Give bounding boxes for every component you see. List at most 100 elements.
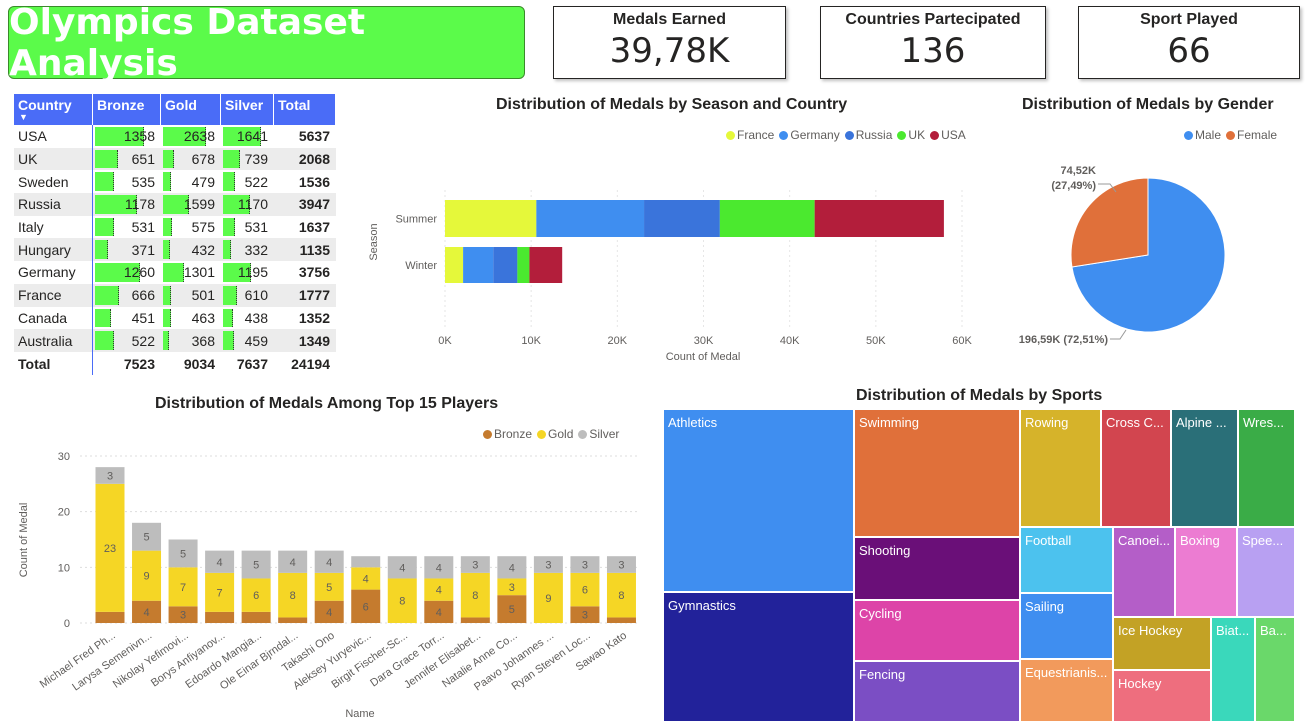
column-segment[interactable] xyxy=(95,611,125,623)
table-row[interactable]: UK 651 678 739 2068 xyxy=(14,147,336,171)
data-bar xyxy=(95,240,109,260)
legend-item[interactable]: France xyxy=(726,128,774,142)
treemap-tile[interactable]: Sailing xyxy=(1020,593,1113,659)
legend-item[interactable]: USA xyxy=(930,128,966,142)
dashboard-title: Olympics Dataset Analysis xyxy=(9,1,366,84)
cell-value: 651 xyxy=(131,151,155,168)
sports-treemap[interactable]: Athletics Gymnastics Swimming Shooting Cycli… xyxy=(663,409,1295,722)
legend-item[interactable]: Female xyxy=(1226,128,1277,142)
legend-item[interactable]: Silver xyxy=(578,427,619,441)
players-chart[interactable]: 0102030233Michael Fred Ph...495Larysa Se… xyxy=(10,445,650,725)
data-label: 5 xyxy=(509,604,515,616)
data-label: 4 xyxy=(290,557,296,569)
legend-item[interactable]: Russia xyxy=(844,128,892,142)
kpi-value: 66 xyxy=(1167,31,1211,71)
sort-descending-icon[interactable]: ▼ xyxy=(19,112,28,122)
cell-value: 432 xyxy=(191,241,215,258)
medals-table[interactable]: Country ▼ Bronze Gold Silver Total USA 13… xyxy=(14,94,336,376)
data-label: 3 xyxy=(509,582,515,594)
treemap-tile[interactable]: Biat... xyxy=(1211,617,1255,722)
treemap-tile[interactable]: Swimming xyxy=(854,409,1020,537)
cell-bronze: 666 xyxy=(93,284,161,307)
data-bar xyxy=(163,217,173,237)
treemap-tile[interactable]: Alpine ... xyxy=(1171,409,1238,527)
bar-segment[interactable] xyxy=(493,247,518,283)
data-bar xyxy=(95,149,119,169)
legend-label: Male xyxy=(1195,128,1222,142)
bar-segment[interactable] xyxy=(517,247,530,283)
players-chart-legend[interactable]: Bronze Gold Silver xyxy=(483,427,619,441)
data-bar xyxy=(163,331,170,350)
table-row[interactable]: Hungary 371 432 332 1135 xyxy=(14,238,336,262)
cell-gold: 575 xyxy=(161,216,221,239)
kpi-card-countries[interactable]: Countries Partecipated 136 xyxy=(820,6,1046,79)
kpi-card-medals-earned[interactable]: Medals Earned 39,78K xyxy=(553,6,786,79)
season-chart-legend[interactable]: France Germany Russia UK USA xyxy=(726,128,966,142)
column-segment[interactable] xyxy=(278,617,308,623)
treemap-tile[interactable]: Fencing xyxy=(854,661,1020,722)
treemap-tile[interactable]: Athletics xyxy=(663,409,854,592)
sports-chart-title: Distribution of Medals by Sports xyxy=(856,387,1103,404)
column-header-gold[interactable]: Gold xyxy=(161,94,221,125)
treemap-tile[interactable]: Canoei... xyxy=(1113,527,1175,617)
treemap-tile[interactable]: Hockey xyxy=(1113,670,1211,722)
data-bar xyxy=(223,308,234,328)
cell-value: 1301 xyxy=(183,264,215,281)
bar-segment[interactable] xyxy=(644,200,720,237)
treemap-tile[interactable]: Ice Hockey xyxy=(1113,617,1211,670)
bar-segment[interactable] xyxy=(463,247,494,283)
bar-segment[interactable] xyxy=(719,200,815,237)
cell-gold: 479 xyxy=(161,170,221,193)
table-row[interactable]: Sweden 535 479 522 1536 xyxy=(14,170,336,193)
treemap-tile[interactable]: Wres... xyxy=(1238,409,1295,527)
column-segment[interactable] xyxy=(606,617,636,623)
cell-total: 1637 xyxy=(298,219,330,236)
table-row[interactable]: France 666 501 610 1777 xyxy=(14,283,336,307)
column-segment[interactable] xyxy=(241,611,271,623)
legend-item[interactable]: Bronze xyxy=(483,427,532,441)
legend-dot-icon xyxy=(1226,130,1236,140)
column-header-bronze[interactable]: Bronze xyxy=(93,94,161,125)
table-row[interactable]: Australia 522 368 459 1349 xyxy=(14,329,336,352)
column-segment[interactable] xyxy=(351,556,381,568)
gender-chart-legend[interactable]: Male Female xyxy=(1184,128,1277,142)
bar-segment[interactable] xyxy=(445,247,464,283)
column-segment[interactable] xyxy=(460,617,490,623)
kpi-card-sports[interactable]: Sport Played 66 xyxy=(1078,6,1300,79)
treemap-tile[interactable]: Boxing xyxy=(1175,527,1237,617)
column-header-total[interactable]: Total xyxy=(274,94,336,125)
bar-segment[interactable] xyxy=(536,200,645,237)
legend-item[interactable]: UK xyxy=(897,128,925,142)
gender-pie-chart[interactable]: 74,52K (27,49%) 196,59K (72,51%) xyxy=(1000,150,1300,360)
table-row[interactable]: Italy 531 575 531 1637 xyxy=(14,216,336,239)
season-chart[interactable]: 0K 10K 20K 30K 40K 50K 60K Summer Winter Season Co… xyxy=(365,180,975,365)
data-label: 3 xyxy=(545,560,551,572)
table-row[interactable]: USA 1358 2638 1641 5637 xyxy=(14,125,336,148)
treemap-tile[interactable]: Rowing xyxy=(1020,409,1101,527)
treemap-tile[interactable]: Equestrianis... xyxy=(1020,659,1113,722)
column-header-country[interactable]: Country ▼ xyxy=(14,94,93,125)
legend-item[interactable]: Germany xyxy=(779,128,840,142)
bar-segment[interactable] xyxy=(445,200,537,237)
legend-item[interactable]: Male xyxy=(1184,128,1221,142)
table-row[interactable]: Germany 1260 1301 1195 3756 xyxy=(14,261,336,284)
bar-segment[interactable] xyxy=(814,200,944,237)
cell-value: 1358 xyxy=(123,128,155,145)
treemap-tile[interactable]: Gymnastics xyxy=(663,592,854,722)
kpi-label: Countries Partecipated xyxy=(845,11,1021,28)
y-tick-label: 0 xyxy=(64,618,70,630)
treemap-tile[interactable]: Ba... xyxy=(1255,617,1295,722)
column-header-silver[interactable]: Silver xyxy=(221,94,274,125)
treemap-tile[interactable]: Cross C... xyxy=(1101,409,1171,527)
bar-segment[interactable] xyxy=(529,247,563,283)
column-segment[interactable] xyxy=(205,611,235,623)
treemap-tile[interactable]: Spee... xyxy=(1237,527,1295,617)
treemap-tile[interactable]: Shooting xyxy=(854,537,1020,600)
legend-dot-icon xyxy=(483,429,492,439)
treemap-tile[interactable]: Football xyxy=(1020,527,1113,593)
legend-item[interactable]: Gold xyxy=(537,427,573,441)
table-row[interactable]: Russia 1178 1599 1170 3947 xyxy=(14,193,336,216)
table-row[interactable]: Canada 451 463 438 1352 xyxy=(14,307,336,330)
total-label: Total xyxy=(18,355,51,372)
treemap-tile[interactable]: Cycling xyxy=(854,600,1020,661)
